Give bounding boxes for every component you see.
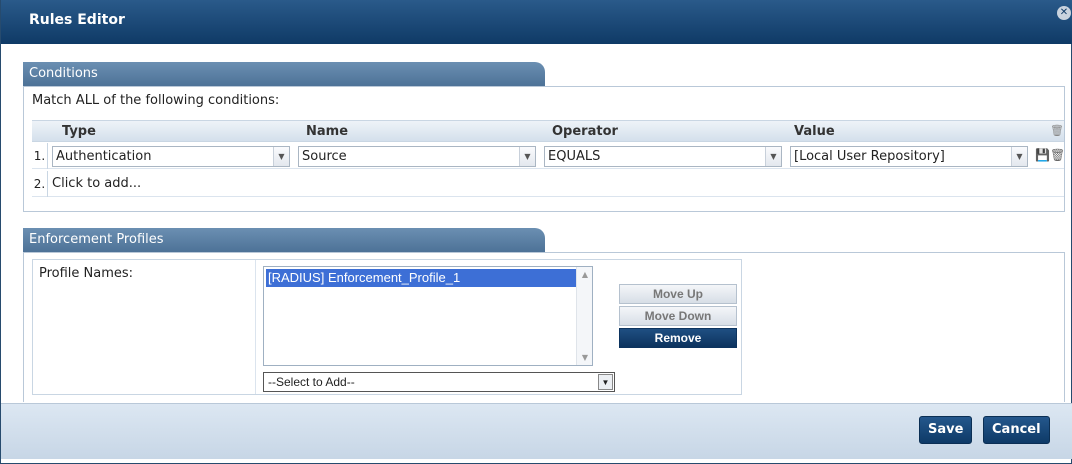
row-number: 2. bbox=[32, 171, 48, 197]
chevron-down-icon[interactable]: ▼ bbox=[598, 374, 613, 390]
conditions-tab: Conditions bbox=[23, 62, 545, 86]
dialog-footer: Save Cancel bbox=[1, 403, 1072, 459]
condition-row: 1. Authentication ▼ Source ▼ EQUALS ▼ [L… bbox=[32, 143, 1065, 169]
scroll-down-icon[interactable]: ▼ bbox=[577, 353, 593, 362]
enforcement-profiles-tab: Enforcement Profiles bbox=[23, 228, 545, 252]
header-operator: Operator bbox=[552, 124, 618, 139]
name-select-value: Source bbox=[302, 149, 347, 164]
list-item[interactable]: [RADIUS] Enforcement_Profile_1 bbox=[266, 269, 592, 287]
value-select-value: [Local User Repository] bbox=[794, 149, 945, 164]
enforcement-profiles-box: Profile Names: [RADIUS] Enforcement_Prof… bbox=[32, 259, 742, 395]
enforcement-profiles-panel: Profile Names: [RADIUS] Enforcement_Prof… bbox=[23, 252, 1065, 402]
click-to-add-link[interactable]: Click to add... bbox=[52, 171, 141, 197]
header-value: Value bbox=[794, 124, 835, 139]
remove-button[interactable]: Remove bbox=[619, 328, 737, 348]
rules-editor-dialog: Rules Editor ✕ Conditions Match ALL of t… bbox=[0, 0, 1072, 464]
conditions-header: Type Name Operator Value 🗑 bbox=[32, 120, 1064, 142]
row-number: 1. bbox=[32, 143, 48, 169]
select-to-add-value: --Select to Add-- bbox=[268, 375, 355, 389]
type-select[interactable]: Authentication ▼ bbox=[52, 146, 290, 167]
value-select[interactable]: [Local User Repository] ▼ bbox=[790, 146, 1028, 167]
chevron-down-icon[interactable]: ▼ bbox=[1011, 147, 1027, 166]
scroll-up-icon[interactable]: ▲ bbox=[577, 270, 593, 279]
title-bar[interactable]: Rules Editor ✕ bbox=[1, 0, 1072, 44]
dialog-title: Rules Editor bbox=[29, 12, 125, 28]
match-text: Match ALL of the following conditions: bbox=[32, 93, 280, 108]
name-select[interactable]: Source ▼ bbox=[298, 146, 536, 167]
type-select-value: Authentication bbox=[56, 149, 152, 164]
close-icon[interactable]: ✕ bbox=[1057, 6, 1071, 20]
chevron-down-icon[interactable]: ▼ bbox=[765, 147, 781, 166]
chevron-down-icon[interactable]: ▼ bbox=[519, 147, 535, 166]
profile-list[interactable]: [RADIUS] Enforcement_Profile_1 ▲ ▼ bbox=[263, 266, 593, 366]
conditions-panel: Match ALL of the following conditions: T… bbox=[23, 86, 1065, 212]
header-type: Type bbox=[62, 124, 96, 139]
chevron-down-icon[interactable]: ▼ bbox=[273, 147, 289, 166]
cancel-button[interactable]: Cancel bbox=[983, 416, 1050, 444]
save-icon[interactable]: 💾 bbox=[1035, 148, 1050, 162]
add-condition-row[interactable]: 2. Click to add... bbox=[32, 171, 1064, 197]
move-down-button[interactable]: Move Down bbox=[619, 306, 737, 326]
trash-icon[interactable]: 🗑 bbox=[1050, 124, 1064, 137]
scrollbar[interactable]: ▲ ▼ bbox=[576, 267, 592, 365]
save-button[interactable]: Save bbox=[919, 416, 973, 444]
operator-select-value: EQUALS bbox=[548, 149, 601, 164]
header-name: Name bbox=[306, 124, 349, 139]
operator-select[interactable]: EQUALS ▼ bbox=[544, 146, 782, 167]
trash-icon[interactable]: 🗑 bbox=[1050, 148, 1065, 162]
profile-names-label: Profile Names: bbox=[39, 266, 134, 281]
select-to-add-dropdown[interactable]: --Select to Add-- ▼ bbox=[263, 372, 615, 392]
divider bbox=[255, 260, 256, 394]
move-up-button[interactable]: Move Up bbox=[619, 284, 737, 304]
